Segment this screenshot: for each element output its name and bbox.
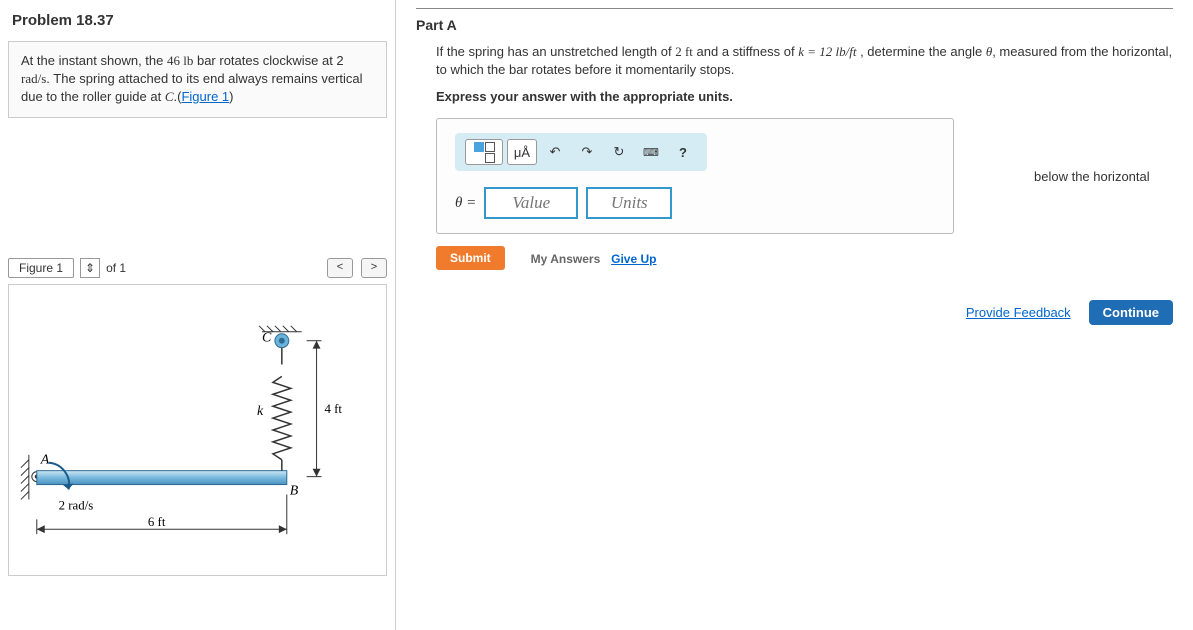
undo-button[interactable]: ↶ [541,140,569,164]
provide-feedback-link[interactable]: Provide Feedback [966,305,1071,320]
figure-link[interactable]: Figure 1 [181,89,229,104]
svg-text:k: k [257,404,264,419]
figure-selector[interactable]: ⇕ [80,258,100,278]
value-input[interactable] [484,187,578,219]
svg-text:2 rad/s: 2 rad/s [59,498,94,512]
svg-text:6 ft: 6 ft [148,515,166,529]
rate-unit: rad/s [21,71,46,86]
text: , determine the angle [856,44,985,59]
part-a-title: Part A [416,17,1173,33]
unstretched-length: 2 ft [675,44,693,59]
answer-toolbar: μÅ ↶ ↷ ↻ ⌨ ? [455,133,707,171]
problem-title: Problem 18.37 [12,12,387,29]
give-up-link[interactable]: Give Up [611,252,656,266]
svg-text:B: B [290,483,299,498]
redo-button[interactable]: ↷ [573,140,601,164]
figure-next-button[interactable]: > [361,258,387,278]
text: and a stiffness of [693,44,798,59]
figure-header: Figure 1 ⇕ of 1 < > [8,258,387,278]
problem-statement: At the instant shown, the 46 lb bar rota… [8,41,387,118]
svg-text:4 ft: 4 ft [324,402,342,416]
figure-count: of 1 [106,261,126,275]
figure-canvas: A B 2 rad/s [8,284,387,576]
stiffness: k = 12 lb/ft [798,44,856,59]
my-answers-label: My Answers [531,252,601,266]
figure-prev-button[interactable]: < [327,258,353,278]
figure-tab[interactable]: Figure 1 [8,258,74,278]
reset-button[interactable]: ↻ [605,140,633,164]
svg-text:C: C [262,330,272,345]
answer-instruction: Express your answer with the appropriate… [436,89,1173,104]
units-button[interactable]: μÅ [507,139,537,165]
weight-value: 46 lb [167,53,193,68]
point-c: C [165,89,174,104]
continue-button[interactable]: Continue [1089,300,1173,325]
problem-text: At the instant shown, the [21,53,167,68]
svg-text:A: A [40,452,50,467]
submit-button[interactable]: Submit [436,246,505,270]
help-button[interactable]: ? [669,140,697,164]
templates-button[interactable] [465,139,503,165]
problem-text: ) [229,89,233,104]
part-a-text: If the spring has an unstretched length … [436,43,1173,79]
answer-box: μÅ ↶ ↷ ↻ ⌨ ? θ = [436,118,954,234]
keyboard-button[interactable]: ⌨ [637,140,665,164]
theta-equals: θ = [455,195,476,212]
text: If the spring has an unstretched length … [436,44,675,59]
problem-text: bar rotates clockwise at 2 [193,53,343,68]
below-horizontal-text: below the horizontal [1034,169,1150,184]
units-input[interactable] [586,187,672,219]
